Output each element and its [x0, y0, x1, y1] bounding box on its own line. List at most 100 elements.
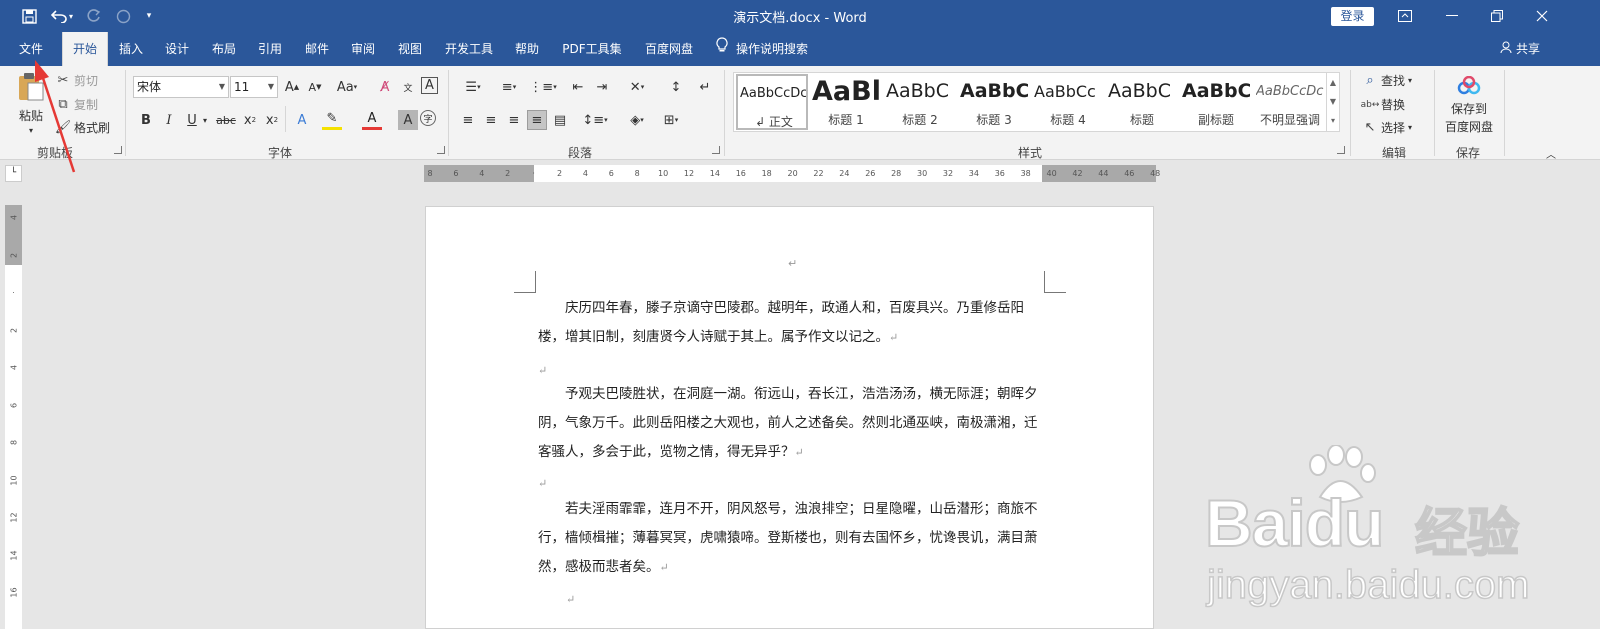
paragraph-launcher-icon[interactable] [712, 146, 720, 154]
style-subtitle[interactable]: AaBbC 副标题 [1180, 74, 1252, 130]
vertical-ruler[interactable]: 4 2 · 2 4 6 8 10 12 14 16 [5, 205, 22, 629]
document-page[interactable]: ↵ 庆历四年春，滕子京谪守巴陵郡。越明年，政通人和，百废具兴。乃重修岳阳楼，增其… [425, 206, 1154, 629]
group-separator [448, 70, 449, 156]
tab-pdf-tools[interactable]: PDF工具集 [556, 32, 628, 66]
pinyin-guide-icon[interactable]: 文 [398, 77, 418, 97]
ruler-tick-label: 6 [9, 402, 19, 408]
paragraph-text: 若夫淫雨霏霏，连月不开，阴风怒号，浊浪排空；日星隐曜，山岳潜形；商旅不行，樯倾楫… [538, 501, 1038, 575]
collapse-ribbon-icon[interactable]: ︿ [1546, 146, 1556, 161]
tab-references[interactable]: 引用 [251, 32, 289, 66]
justify-icon[interactable]: ≡ [527, 110, 547, 130]
ruler-tick-label: 46 [1124, 169, 1135, 178]
shading-icon[interactable]: ◈ ▾ [622, 110, 652, 130]
baidu-netdisk-icon [1457, 75, 1481, 99]
group-separator [1504, 70, 1505, 156]
borders-icon[interactable]: ⊞ ▾ [656, 110, 686, 130]
tab-help[interactable]: 帮助 [508, 32, 546, 66]
tab-layout[interactable]: 布局 [205, 32, 243, 66]
paragraph-5[interactable]: 若夫淫雨霏霏，连月不开，阴风怒号，浊浪排空；日星隐曜，山岳潜形；商旅不行，樯倾楫… [538, 495, 1050, 582]
tab-review[interactable]: 审阅 [344, 32, 382, 66]
style-sample: AaBbC [1182, 80, 1250, 102]
highlight-icon[interactable]: ✎ [322, 110, 342, 130]
save-to-baidu-label-2: 百度网盘 [1444, 120, 1493, 134]
ruler-tick-label: 16 [9, 587, 19, 598]
align-right-icon[interactable]: ≡ [504, 110, 524, 130]
line-spacing-icon[interactable]: ↕≡ ▾ [580, 110, 610, 130]
save-to-baidu-button[interactable]: 保存到 百度网盘 [1441, 75, 1497, 135]
font-name-combo[interactable]: 宋体 ▼ [133, 76, 229, 98]
paragraph-1[interactable]: 庆历四年春，滕子京谪守巴陵郡。越明年，政通人和，百废具兴。乃重修岳阳楼，增其旧制… [538, 294, 1050, 352]
change-case-button[interactable]: Aa ▾ [333, 77, 361, 97]
tab-mailings[interactable]: 邮件 [298, 32, 336, 66]
style-heading-1[interactable]: AaBl 标题 1 [810, 74, 882, 130]
ruler-tick-label: 42 [1072, 169, 1083, 178]
grow-font-button[interactable]: A ▲ [282, 77, 302, 97]
ruler-tick-label: 40 [1046, 169, 1057, 178]
shrink-font-button[interactable]: A ▼ [305, 77, 325, 97]
change-case-label: Aa [336, 79, 354, 95]
character-shading-icon[interactable]: A [398, 110, 418, 130]
superscript-button[interactable]: x2 [262, 110, 282, 130]
ruler-tick-label: 4 [582, 169, 588, 178]
chinese-layout-icon[interactable]: ✕ ▾ [622, 77, 652, 97]
ruler-tick-label: 30 [917, 169, 928, 178]
subscript-button[interactable]: x2 [240, 110, 260, 130]
style-heading-2[interactable]: AaBbC 标题 2 [884, 74, 956, 130]
style-heading-3[interactable]: AaBbC 标题 3 [958, 74, 1030, 130]
clear-formatting-icon[interactable]: A̸ [375, 77, 395, 97]
enclose-characters-icon[interactable]: 字 [420, 110, 436, 126]
tab-view[interactable]: 视图 [391, 32, 429, 66]
multilevel-list-icon[interactable]: ⋮≡ ▾ [528, 77, 558, 97]
align-center-icon[interactable]: ≡ [481, 110, 501, 130]
align-left-icon[interactable]: ≡ [458, 110, 478, 130]
styles-launcher-icon[interactable] [1337, 146, 1345, 154]
paragraph-4[interactable]: ↵ [538, 469, 1050, 498]
ribbon-tab-bar: 文件 开始 插入 设计 布局 引用 邮件 审阅 视图 开发工具 帮助 PDF工具… [0, 32, 1600, 66]
tab-developer[interactable]: 开发工具 [438, 32, 500, 66]
strikethrough-button[interactable]: abc [215, 110, 237, 130]
style-subtle-emphasis[interactable]: AaBbCcDc 不明显强调 [1254, 74, 1326, 130]
font-launcher-icon[interactable] [437, 146, 445, 154]
show-marks-icon[interactable]: ↵ [695, 77, 715, 97]
sort-icon[interactable]: ↕ [666, 77, 686, 97]
group-separator [1434, 70, 1435, 156]
paragraph-mark: ↵ [659, 561, 669, 574]
gallery-scroll[interactable]: ▲ ▼ ▾ [1326, 73, 1339, 131]
bullets-icon[interactable]: ☰ ▾ [458, 77, 488, 97]
minimize-icon[interactable] [1440, 6, 1464, 26]
style-title[interactable]: AaBbC 标题 [1106, 74, 1178, 130]
watermark-url: jingyan.baidu.com [1206, 562, 1530, 608]
distributed-icon[interactable]: ▤ [550, 110, 570, 130]
style-normal[interactable]: AaBbCcDc ↲ 正文 [736, 74, 808, 130]
underline-dropdown-icon[interactable]: ▾ [199, 110, 211, 130]
select-button[interactable]: ↖ 选择 ▾ [1362, 119, 1412, 136]
italic-button[interactable]: I [159, 110, 179, 130]
character-border-icon[interactable]: A [421, 77, 438, 94]
login-button[interactable]: 登录 [1331, 7, 1374, 26]
tell-me-search[interactable]: 操作说明搜索 [716, 32, 826, 66]
text-effects-icon[interactable]: A [292, 110, 312, 130]
ruler-tick-label: 4 [479, 169, 485, 178]
share-button[interactable]: 共享 [1500, 32, 1550, 66]
tab-design[interactable]: 设计 [158, 32, 196, 66]
font-size-combo[interactable]: 11 ▼ [230, 76, 278, 98]
increase-indent-icon[interactable]: ⇥ [592, 77, 612, 97]
ruler-tick-label: 38 [1020, 169, 1031, 178]
replace-button[interactable]: ab↔ 替换 [1361, 96, 1405, 113]
bold-button[interactable]: B [136, 110, 156, 130]
find-button[interactable]: ⌕ 查找 ▾ [1362, 72, 1412, 89]
font-color-icon[interactable]: A [362, 110, 382, 130]
chevron-down-icon: ▼ [218, 82, 225, 91]
ruler-tick-label: 4 [9, 364, 19, 371]
ribbon-display-icon[interactable] [1393, 6, 1417, 26]
numbering-icon[interactable]: ≡ ▾ [494, 77, 524, 97]
paragraph-3[interactable]: 予观夫巴陵胜状，在洞庭一湖。衔远山，吞长江，浩浩汤汤，横无际涯；朝晖夕阴，气象万… [538, 380, 1050, 467]
tab-baidu-netdisk[interactable]: 百度网盘 [638, 32, 700, 66]
decrease-indent-icon[interactable]: ⇤ [568, 77, 588, 97]
find-label: 查找 [1381, 74, 1406, 88]
close-icon[interactable] [1530, 6, 1554, 26]
restore-icon[interactable] [1485, 6, 1509, 26]
paragraph-6[interactable]: ↵ [566, 585, 1078, 614]
style-heading-4[interactable]: AaBbCc 标题 4 [1032, 74, 1104, 130]
horizontal-ruler[interactable]: 8 6 4 2 · 2 4 6 8 10 12 14 16 18 20 22 24 26 28 30 32 34 36 38 4… [424, 165, 1160, 182]
